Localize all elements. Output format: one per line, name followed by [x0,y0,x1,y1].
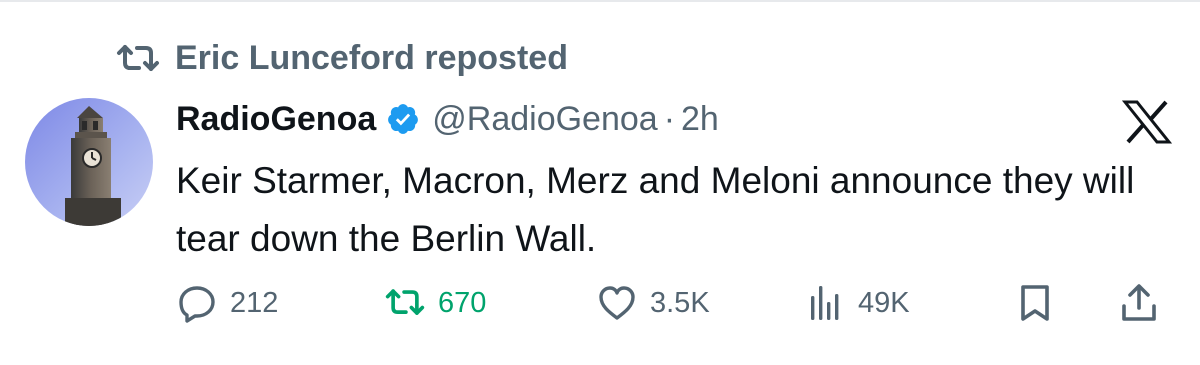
author-handle[interactable]: @RadioGenoa [432,100,657,139]
x-logo [1122,100,1172,144]
clock-tower-avatar [25,98,153,226]
views-count: 49K [858,286,910,319]
like-count: 3.5K [650,286,710,319]
repost-button[interactable]: 670 [384,278,486,328]
reply-count: 212 [230,286,279,319]
share-button[interactable] [1118,278,1160,328]
bookmark-icon [1021,285,1049,321]
reply-button[interactable]: 212 [176,278,278,328]
repost-icon [385,289,425,315]
author-display-name[interactable]: RadioGenoa [176,100,376,139]
tweet-timestamp[interactable]: 2h [681,100,719,139]
tweet-header: RadioGenoa @RadioGenoa · 2h [176,94,719,144]
views-icon [811,286,839,320]
verified-badge-icon[interactable] [386,102,420,136]
views-button[interactable]: 49K [804,278,910,328]
reply-icon [179,286,215,323]
heart-icon [599,286,635,320]
repost-context[interactable]: Eric Lunceford reposted [115,36,568,80]
top-divider [0,0,1200,2]
repost-label: Eric Lunceford reposted [175,38,568,77]
tweet-text: Keir Starmer, Macron, Merz and Meloni an… [176,160,1135,259]
share-icon [1122,284,1156,321]
bookmark-button[interactable] [1014,278,1056,328]
repost-icon [117,45,159,71]
tweet-actions: 212 670 3.5K 49K [176,278,1176,328]
repost-count: 670 [438,286,487,319]
like-button[interactable]: 3.5K [596,278,710,328]
separator-dot: · [663,99,676,138]
avatar[interactable] [25,98,153,226]
